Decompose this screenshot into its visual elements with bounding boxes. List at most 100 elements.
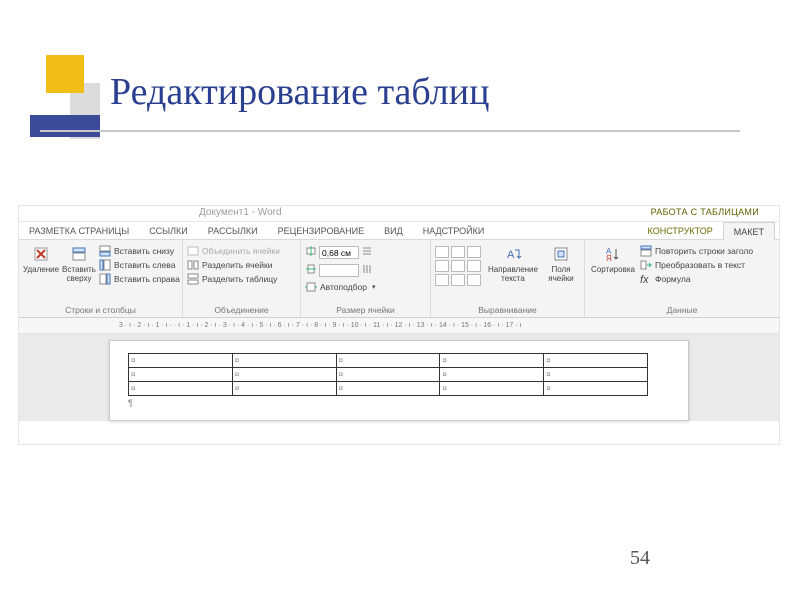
group-label-data: Данные — [589, 304, 775, 317]
word-window: Документ1 - Word РАБОТА С ТАБЛИЦАМИ РАЗМ… — [18, 205, 780, 445]
tab-mailings[interactable]: РАССЫЛКИ — [198, 222, 268, 239]
horizontal-ruler[interactable]: 3 · ı · 2 · ı · 1 · ı · · ı · 1 · ı · 2 … — [19, 318, 779, 334]
group-merge: Объединить ячейки Разделить ячейки Разде… — [183, 240, 301, 317]
ribbon: Удаление Вставить сверху Вставить снизу … — [19, 240, 779, 318]
col-width-input[interactable] — [319, 264, 359, 277]
group-alignment: A Направление текста Поля ячейки Выравни… — [431, 240, 585, 317]
table-cell: ¤ — [232, 368, 336, 382]
insert-below-button[interactable]: Вставить снизу — [99, 245, 180, 257]
insert-left-button[interactable]: Вставить слева — [99, 259, 180, 271]
alignment-grid[interactable] — [435, 246, 481, 286]
group-label-alignment: Выравнивание — [435, 304, 580, 317]
page: ¤¤¤¤¤ ¤¤¤¤¤ ¤¤¤¤¤ ¶ — [109, 340, 689, 421]
split-table-button[interactable]: Разделить таблицу — [187, 273, 280, 285]
row-height-spinner[interactable] — [305, 245, 375, 260]
align-bc[interactable] — [451, 274, 465, 286]
table-cell: ¤ — [129, 382, 233, 396]
formula-icon: fx — [640, 273, 652, 285]
tab-review[interactable]: РЕЦЕНЗИРОВАНИЕ — [268, 222, 375, 239]
distribute-rows-icon[interactable] — [361, 245, 373, 260]
text-direction-label: Направление текста — [487, 265, 539, 283]
align-br[interactable] — [467, 274, 481, 286]
table-row: ¤¤¤¤¤ — [129, 382, 648, 396]
table-cell: ¤ — [129, 354, 233, 368]
insert-right-label: Вставить справа — [114, 274, 180, 284]
title-rule — [40, 130, 740, 132]
sort-button[interactable]: АЯ Сортировка — [589, 242, 637, 274]
split-cells-button[interactable]: Разделить ячейки — [187, 259, 280, 271]
align-mc[interactable] — [451, 260, 465, 272]
repeat-header-icon — [640, 245, 652, 257]
sort-icon: АЯ — [604, 245, 622, 263]
convert-to-text-icon — [640, 259, 652, 271]
autofit-label: Автоподбор — [320, 282, 367, 292]
tab-view[interactable]: ВИД — [374, 222, 413, 239]
table-cell: ¤ — [440, 382, 544, 396]
paragraph-mark: ¶ — [128, 398, 670, 408]
text-direction-button[interactable]: A Направление текста — [487, 242, 539, 283]
convert-to-text-label: Преобразовать в текст — [655, 260, 745, 270]
tab-addins[interactable]: НАДСТРОЙКИ — [413, 222, 495, 239]
svg-text:Я: Я — [606, 254, 612, 263]
align-tr[interactable] — [467, 246, 481, 258]
group-cell-size: Автоподбор▾ Размер ячейки — [301, 240, 431, 317]
formula-button[interactable]: fx Формула — [640, 273, 753, 285]
tab-table-designer[interactable]: КОНСТРУКТОР — [638, 222, 723, 240]
svg-text:fx: fx — [640, 274, 649, 286]
split-table-icon — [187, 273, 199, 285]
cell-margins-button[interactable]: Поля ячейки — [542, 242, 580, 283]
repeat-header-label: Повторить строки заголо — [655, 246, 753, 256]
align-tc[interactable] — [451, 246, 465, 258]
align-ml[interactable] — [435, 260, 449, 272]
text-direction-icon: A — [504, 245, 522, 263]
insert-above-label: Вставить сверху — [62, 265, 96, 283]
document-area[interactable]: ¤¤¤¤¤ ¤¤¤¤¤ ¤¤¤¤¤ ¶ — [19, 334, 779, 421]
group-label-rows-cols: Строки и столбцы — [23, 304, 178, 317]
insert-right-icon — [99, 273, 111, 285]
row-height-icon — [305, 245, 317, 260]
col-width-spinner[interactable] — [305, 263, 375, 278]
merge-cells-button[interactable]: Объединить ячейки — [187, 245, 280, 257]
titlebar: Документ1 - Word РАБОТА С ТАБЛИЦАМИ — [19, 206, 779, 222]
insert-above-icon — [70, 245, 88, 263]
table-cell: ¤ — [336, 382, 440, 396]
align-bl[interactable] — [435, 274, 449, 286]
table-cell: ¤ — [336, 368, 440, 382]
split-cells-label: Разделить ячейки — [202, 260, 273, 270]
delete-label: Удаление — [23, 265, 59, 274]
delete-button[interactable]: Удаление — [23, 242, 59, 274]
autofit-button[interactable]: Автоподбор▾ — [305, 281, 375, 293]
table-cell: ¤ — [440, 368, 544, 382]
tab-references[interactable]: ССЫЛКИ — [139, 222, 198, 239]
convert-to-text-button[interactable]: Преобразовать в текст — [640, 259, 753, 271]
svg-text:A: A — [507, 249, 515, 261]
formula-label: Формула — [655, 274, 691, 284]
insert-left-label: Вставить слева — [114, 260, 175, 270]
tab-table-layout[interactable]: МАКЕТ — [723, 222, 775, 240]
autofit-icon — [305, 281, 317, 293]
slide-page-number: 54 — [630, 547, 650, 570]
slide-title: Редактирование таблиц — [110, 70, 489, 114]
insert-below-icon — [99, 245, 111, 257]
split-cells-icon — [187, 259, 199, 271]
table-cell: ¤ — [232, 354, 336, 368]
distribute-cols-icon[interactable] — [361, 263, 373, 278]
insert-above-button[interactable]: Вставить сверху — [62, 242, 96, 283]
row-height-input[interactable] — [319, 246, 359, 259]
table-cell: ¤ — [544, 368, 648, 382]
col-width-icon — [305, 263, 317, 278]
table-cell: ¤ — [440, 354, 544, 368]
align-tl[interactable] — [435, 246, 449, 258]
insert-right-button[interactable]: Вставить справа — [99, 273, 180, 285]
align-mr[interactable] — [467, 260, 481, 272]
repeat-header-button[interactable]: Повторить строки заголо — [640, 245, 753, 257]
sort-label: Сортировка — [591, 265, 635, 274]
cell-margins-label: Поля ячейки — [542, 265, 580, 283]
cell-margins-icon — [552, 245, 570, 263]
table-row: ¤¤¤¤¤ — [129, 354, 648, 368]
tab-page-layout[interactable]: РАЗМЕТКА СТРАНИЦЫ — [19, 222, 139, 239]
document-title: Документ1 - Word — [199, 207, 282, 218]
slide-logo — [30, 55, 100, 165]
sample-table[interactable]: ¤¤¤¤¤ ¤¤¤¤¤ ¤¤¤¤¤ — [128, 353, 648, 396]
group-data: АЯ Сортировка Повторить строки заголо Пр… — [585, 240, 779, 317]
